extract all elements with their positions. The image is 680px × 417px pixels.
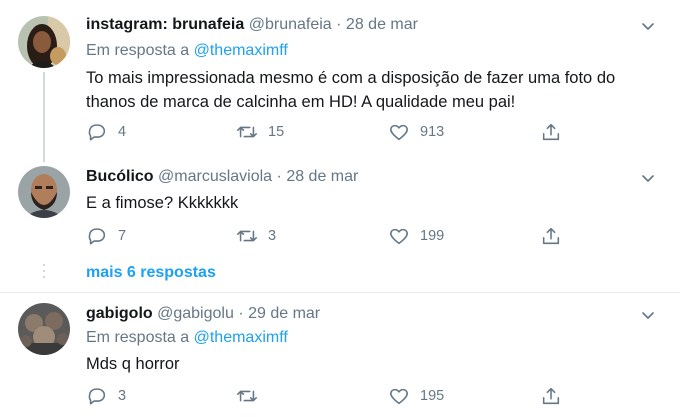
tweet-date[interactable]: 29 de mar — [248, 305, 320, 322]
share-icon — [542, 123, 560, 141]
user-handle[interactable]: @marcuslaviola — [158, 168, 272, 185]
separator-dot: · — [238, 305, 244, 322]
retweet-button[interactable] — [236, 384, 268, 408]
chevron-down-icon[interactable] — [640, 170, 656, 186]
chevron-down-icon[interactable] — [640, 18, 656, 34]
reply-count: 4 — [118, 124, 127, 140]
reply-button[interactable]: 7 — [86, 224, 126, 248]
retweet-button[interactable]: 15 — [236, 120, 284, 144]
heart-icon — [390, 228, 408, 245]
display-name[interactable]: instagram: brunafeia — [86, 16, 244, 33]
like-count: 913 — [420, 124, 445, 140]
tweet-header: instagram: brunafeia @brunafeia · 28 de … — [86, 16, 418, 34]
reply-prefix: Em resposta a — [86, 42, 190, 59]
tweet-header: gabigolo @gabigolu · 29 de mar — [86, 305, 320, 323]
display-name[interactable]: gabigolo — [86, 305, 153, 322]
reply-button[interactable]: 4 — [86, 120, 126, 144]
share-icon — [542, 227, 560, 245]
tweet-actions: 7 3 199 — [86, 224, 566, 248]
tweet-text: E a fimose? Kkkkkkk — [86, 194, 239, 212]
share-icon — [542, 387, 560, 405]
thread-line — [43, 72, 45, 162]
tweet-marcuslaviola[interactable]: Bucólico @marcuslaviola · 28 de mar E a … — [0, 158, 680, 258]
reply-button[interactable]: 3 — [86, 384, 126, 408]
reply-icon — [88, 124, 106, 141]
tweet-date[interactable]: 28 de mar — [286, 168, 358, 185]
reply-prefix: Em resposta a — [86, 329, 190, 346]
tweet-actions: 3 195 — [86, 384, 566, 408]
reply-count: 3 — [118, 388, 127, 404]
heart-icon — [390, 124, 408, 141]
tweet-text: To mais impressionada mesmo é com a disp… — [86, 69, 616, 111]
tweet-gabigolu[interactable]: gabigolo @gabigolu · 29 de mar Em respos… — [0, 293, 680, 417]
display-name[interactable]: Bucólico — [86, 168, 154, 185]
tweet-header: Bucólico @marcuslaviola · 28 de mar — [86, 168, 358, 186]
separator-dot: · — [276, 168, 282, 185]
tweet-date[interactable]: 28 de mar — [346, 16, 418, 33]
like-count: 195 — [420, 388, 445, 404]
retweet-icon — [237, 390, 257, 402]
tweet-text: Mds q horror — [86, 355, 180, 373]
tweet-actions: 4 15 913 — [86, 120, 566, 144]
reply-icon — [88, 388, 106, 405]
avatar[interactable] — [18, 166, 70, 218]
reply-count: 7 — [118, 228, 127, 244]
share-button[interactable] — [540, 120, 562, 144]
retweet-icon — [237, 230, 257, 242]
reply-context: Em resposta a @themaximff — [86, 42, 288, 60]
retweet-icon — [237, 126, 257, 138]
retweet-button[interactable]: 3 — [236, 224, 276, 248]
chevron-down-icon[interactable] — [640, 307, 656, 323]
avatar[interactable] — [18, 16, 70, 68]
thread-dots — [43, 264, 45, 282]
user-handle[interactable]: @brunafeia — [249, 16, 332, 33]
reply-mention-link[interactable]: @themaximff — [194, 329, 288, 346]
separator-dot: · — [336, 16, 342, 33]
reply-context: Em resposta a @themaximff — [86, 329, 288, 347]
avatar[interactable] — [18, 303, 70, 355]
show-more-replies-link[interactable]: mais 6 respostas — [86, 264, 216, 282]
heart-icon — [390, 388, 408, 405]
like-button[interactable]: 199 — [388, 224, 444, 248]
share-button[interactable] — [540, 224, 562, 248]
like-button[interactable]: 195 — [388, 384, 444, 408]
tweet-brunafeia[interactable]: instagram: brunafeia @brunafeia · 28 de … — [0, 0, 680, 162]
retweet-count: 3 — [268, 228, 277, 244]
reply-mention-link[interactable]: @themaximff — [194, 42, 288, 59]
like-button[interactable]: 913 — [388, 120, 444, 144]
retweet-count: 15 — [268, 124, 285, 140]
share-button[interactable] — [540, 384, 562, 408]
like-count: 199 — [420, 228, 445, 244]
user-handle[interactable]: @gabigolu — [157, 305, 234, 322]
reply-icon — [88, 228, 106, 245]
